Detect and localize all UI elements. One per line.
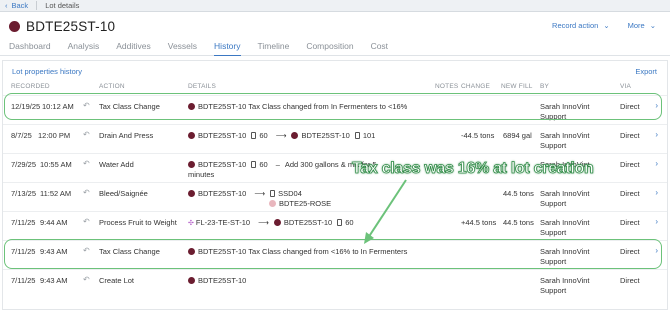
arrow-head	[364, 232, 374, 244]
annotation-text: Tax class was 16% at lot creation	[352, 160, 595, 178]
annotation-arrow	[364, 179, 407, 244]
arrow-line	[367, 179, 407, 239]
